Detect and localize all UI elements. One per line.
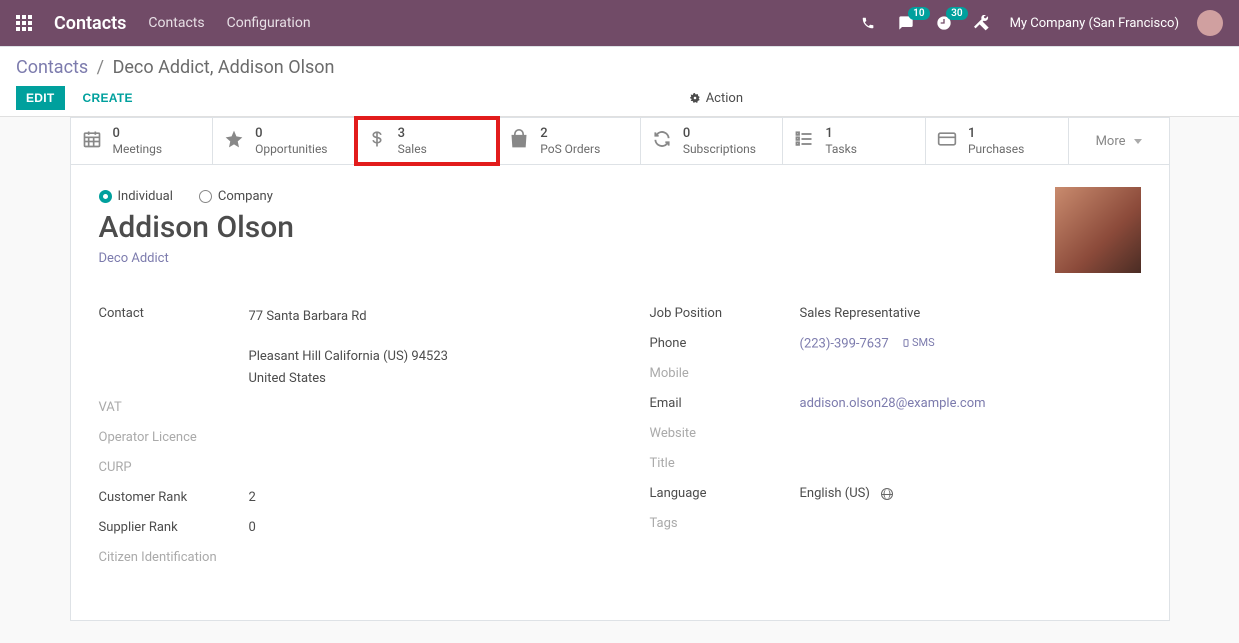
value-customer-rank: 2 [249, 490, 256, 510]
app-brand[interactable]: Contacts [54, 13, 126, 34]
apps-icon[interactable] [16, 15, 32, 31]
user-avatar[interactable] [1197, 10, 1223, 36]
parent-company-link[interactable]: Deco Addict [99, 251, 1141, 266]
nav-link-contacts[interactable]: Contacts [148, 15, 204, 31]
discuss-icon[interactable]: 10 [896, 13, 916, 33]
stat-more[interactable]: More [1069, 118, 1169, 164]
contact-name: Addison Olson [99, 210, 1141, 245]
refresh-icon [651, 129, 673, 154]
right-column: Job Position Sales Representative Phone … [650, 306, 1141, 580]
action-dropdown[interactable]: Action [690, 91, 1223, 106]
create-button[interactable]: CREATE [83, 91, 133, 105]
stat-tasks[interactable]: 1 Tasks [783, 118, 926, 164]
stat-purchases[interactable]: 1 Purchases [926, 118, 1069, 164]
stat-button-row: 0 Meetings 0 Opportunities 3 Sales [70, 117, 1170, 164]
star-icon [223, 129, 245, 154]
edit-button[interactable]: EDIT [16, 86, 65, 110]
calendar-icon [81, 129, 103, 154]
mobile-icon [902, 338, 910, 348]
stat-pos-orders[interactable]: 2 PoS Orders [498, 118, 641, 164]
nav-link-configuration[interactable]: Configuration [227, 15, 311, 31]
radio-individual[interactable]: Individual [99, 189, 173, 204]
more-label: More [1096, 134, 1126, 149]
breadcrumb: Contacts / Deco Addict, Addison Olson [16, 57, 1223, 78]
control-panel: Contacts / Deco Addict, Addison Olson ED… [0, 46, 1239, 117]
top-navbar: Contacts Contacts Configuration 10 30 My… [0, 0, 1239, 46]
company-switcher[interactable]: My Company (San Francisco) [1010, 16, 1179, 31]
details-grid: Contact 77 Santa Barbara Rd Pleasant Hil… [99, 306, 1141, 580]
gear-icon [690, 93, 700, 103]
form-sheet: Individual Company Addison Olson Deco Ad… [70, 164, 1170, 621]
tasks-icon [793, 129, 815, 154]
breadcrumb-sep: / [97, 57, 104, 78]
label-citizen-id: Citizen Identification [99, 550, 217, 570]
contact-photo[interactable] [1055, 187, 1141, 273]
label-customer-rank: Customer Rank [99, 490, 249, 510]
chevron-down-icon [1134, 139, 1142, 144]
stat-meetings[interactable]: 0 Meetings [71, 118, 214, 164]
label-title: Title [650, 456, 800, 476]
radio-dot-checked-icon [99, 190, 112, 203]
phone-icon[interactable] [858, 13, 878, 33]
value-email[interactable]: addison.olson28@example.com [800, 396, 986, 411]
breadcrumb-root[interactable]: Contacts [16, 57, 88, 78]
left-column: Contact 77 Santa Barbara Rd Pleasant Hil… [99, 306, 590, 580]
value-job-position: Sales Representative [800, 306, 921, 326]
credit-card-icon [936, 129, 958, 154]
label-phone: Phone [650, 336, 800, 356]
shopping-bag-icon [508, 129, 530, 154]
label-website: Website [650, 426, 800, 446]
label-vat: VAT [99, 400, 249, 420]
stat-sales[interactable]: 3 Sales [356, 118, 499, 164]
label-curp: CURP [99, 460, 249, 480]
dollar-icon [366, 129, 388, 154]
label-mobile: Mobile [650, 366, 800, 386]
stat-subscriptions[interactable]: 0 Subscriptions [641, 118, 784, 164]
breadcrumb-current: Deco Addict, Addison Olson [113, 57, 335, 78]
chat-badge: 10 [908, 7, 929, 20]
value-language: English (US) [800, 486, 870, 501]
sms-button[interactable]: SMS [902, 336, 935, 349]
contact-type-radio: Individual Company [99, 189, 1141, 204]
stat-opportunities[interactable]: 0 Opportunities [213, 118, 356, 164]
radio-company[interactable]: Company [199, 189, 273, 204]
activity-badge: 30 [946, 7, 967, 20]
address-value: 77 Santa Barbara Rd Pleasant Hill Califo… [249, 306, 448, 390]
tools-icon[interactable] [972, 13, 992, 33]
globe-icon[interactable] [881, 488, 893, 500]
label-tags: Tags [650, 516, 800, 536]
value-phone[interactable]: (223)-399-7637 [800, 337, 889, 352]
label-job-position: Job Position [650, 306, 800, 326]
label-operator-licence: Operator Licence [99, 430, 197, 450]
navbar-right: 10 30 My Company (San Francisco) [858, 10, 1223, 36]
activity-icon[interactable]: 30 [934, 13, 954, 33]
label-supplier-rank: Supplier Rank [99, 520, 249, 540]
label-language: Language [650, 486, 800, 506]
label-email: Email [650, 396, 800, 416]
radio-dot-icon [199, 190, 212, 203]
value-supplier-rank: 0 [249, 520, 256, 540]
label-contact: Contact [99, 306, 249, 390]
action-label: Action [706, 91, 743, 106]
